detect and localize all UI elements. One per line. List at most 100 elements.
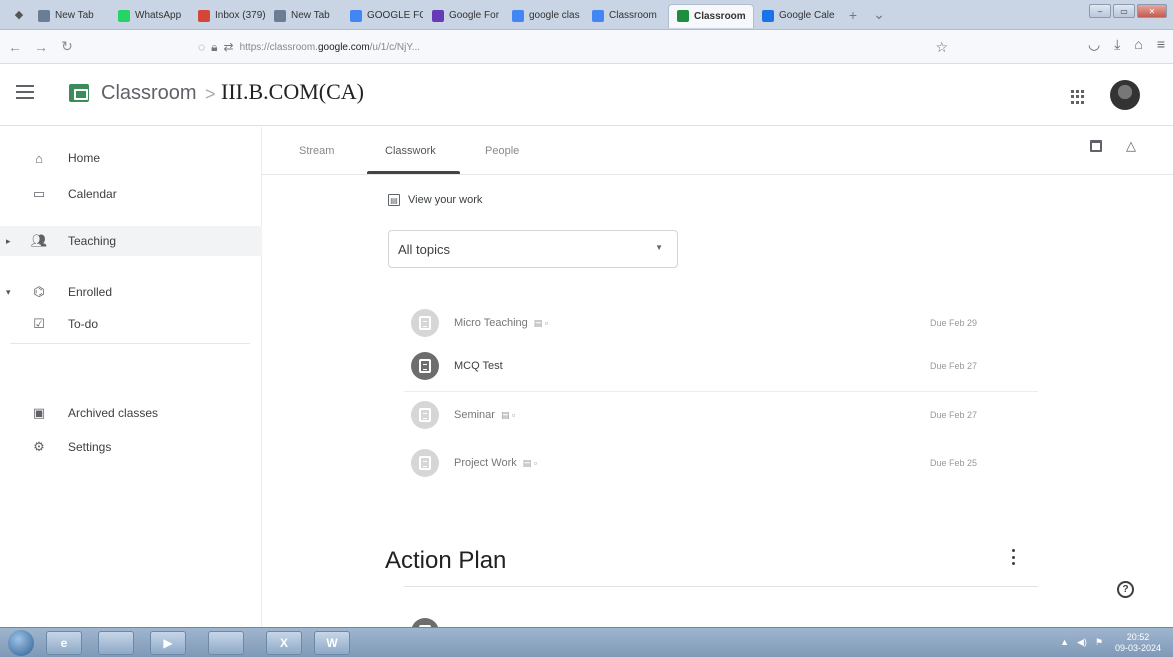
forward-arrow-icon[interactable]: →	[30, 39, 52, 55]
windows-taskbar: e ▶ X W ▲ ◀︎) ⚑ 20:52 09-03-2024	[0, 627, 1173, 657]
browser-tab[interactable]: Google Cale	[754, 4, 836, 28]
sidebar: ⌂ Home ▭ Calendar ▸ 👥︎ Teaching ▾ ⌬ Enro…	[0, 127, 262, 627]
attachment-icon: ▤ ▫	[500, 410, 516, 420]
topics-select[interactable]: All topics ▼	[388, 230, 678, 268]
tab-list-menu-icon[interactable]: ⌄	[870, 6, 888, 23]
sidebar-item-todo[interactable]: ☑ To-do	[0, 309, 262, 339]
window-close-button[interactable]: ✕	[1137, 4, 1167, 18]
browser-tab[interactable]: Inbox (379)	[190, 4, 266, 28]
google-icon	[512, 9, 524, 22]
new-tab-button[interactable]: +	[844, 7, 862, 23]
todo-icon: ☑	[33, 316, 45, 331]
sidebar-item-label: Calendar	[68, 187, 117, 201]
main-menu-icon[interactable]	[16, 85, 34, 99]
folder-icon[interactable]	[98, 631, 134, 655]
maximize-button[interactable]: ▭	[1113, 4, 1135, 18]
classroom-icon	[677, 10, 689, 22]
whatsapp-icon	[118, 9, 130, 22]
bookmark-star-icon[interactable]: ☆	[935, 39, 948, 56]
sidebar-item-label: Archived classes	[68, 406, 159, 420]
assignment-icon: ▤	[388, 194, 400, 206]
browser-tab[interactable]: WhatsApp	[110, 4, 190, 28]
app-menu-icon[interactable]: ≡	[1157, 36, 1165, 53]
browser-tab[interactable]: Classroom✕	[668, 3, 754, 28]
browser-menu-icon[interactable]: ◆	[8, 4, 30, 26]
browser-tab-label: Google For	[449, 10, 500, 21]
ie-icon[interactable]: e	[46, 631, 82, 655]
browser-tab[interactable]: Google For	[424, 4, 504, 28]
toolbar-right: ◡ ⤓ ⌂ ≡	[1088, 36, 1165, 53]
minimize-button[interactable]: –	[1089, 4, 1111, 18]
browser-tab[interactable]: GOOGLE FO	[342, 4, 424, 28]
google-apps-icon[interactable]	[1071, 90, 1085, 104]
browser-tab-label: Classroom	[609, 10, 657, 21]
brand-name[interactable]: Classroom	[101, 82, 197, 105]
browser-toolbar: ← → ↻ ◌ 🔒︎ ⇄ https://classroom.google.co…	[0, 30, 1173, 64]
due-date: Due Feb 27	[930, 361, 978, 371]
classroom-logo-icon[interactable]	[69, 84, 89, 102]
tab-list: New Tab WhatsApp Inbox (379) New Tab GOOGLE …	[30, 0, 836, 30]
system-clock[interactable]: 20:52 09-03-2024	[1111, 632, 1165, 654]
browser-tab-strip: ◆ New Tab WhatsApp Inbox (379) New Tab GOOGL…	[0, 0, 1173, 30]
sidebar-item-settings[interactable]: ⚙ Settings	[0, 432, 262, 462]
word-icon[interactable]: W	[314, 631, 350, 655]
classwork-item[interactable]: MCQ Test Due Feb 27	[404, 340, 1038, 392]
view-your-work-link[interactable]: ▤ View your work	[388, 194, 482, 206]
collapse-caret-icon[interactable]: ▾	[6, 287, 11, 298]
classwork-item-title: Project Work ▤ ▫	[454, 457, 537, 469]
avatar[interactable]	[1110, 80, 1140, 110]
extensions-icon[interactable]: ⌂	[1134, 36, 1142, 53]
firefox-icon[interactable]	[208, 631, 244, 655]
firefox-icon	[38, 9, 50, 22]
sidebar-divider	[10, 343, 250, 344]
help-icon[interactable]: ?	[1117, 581, 1134, 598]
browser-tab[interactable]: New Tab	[266, 4, 342, 28]
tab-people[interactable]: People	[485, 145, 519, 157]
more-options-icon[interactable]	[1011, 549, 1015, 565]
google-calendar-icon[interactable]	[1090, 140, 1102, 152]
browser-tab[interactable]: Classroom	[584, 4, 668, 28]
assignment-icon	[411, 449, 439, 477]
topic-divider	[404, 586, 1038, 587]
browser-tab[interactable]: google clas	[504, 4, 584, 28]
classwork-item[interactable]: Project Work ▤ ▫ Due Feb 25	[404, 437, 1038, 489]
tab-stream[interactable]: Stream	[299, 145, 334, 157]
firefox-icon	[274, 9, 286, 22]
classwork-item[interactable]: Seminar ▤ ▫ Due Feb 27	[404, 389, 1038, 441]
drive-folder-icon[interactable]: △	[1126, 139, 1140, 152]
address-bar[interactable]: ◌ 🔒︎ ⇄ https://classroom.google.com/u/1/…	[198, 35, 978, 59]
sidebar-item-enrolled[interactable]: ▾ ⌬ Enrolled	[0, 277, 262, 307]
reload-icon[interactable]: ↻	[56, 38, 78, 55]
classwork-item-title-text: Seminar	[454, 409, 495, 421]
assignment-icon	[411, 352, 439, 380]
url-path: /u/1/c/NjY...	[369, 41, 421, 53]
classwork-item-title: MCQ Test	[454, 360, 503, 372]
course-title[interactable]: III.B.COM(CA)	[221, 79, 364, 105]
sidebar-item-teaching[interactable]: ▸ 👥︎ Teaching	[0, 226, 262, 256]
classwork-item-title: Seminar ▤ ▫	[454, 409, 515, 421]
sidebar-item-home[interactable]: ⌂ Home	[0, 143, 262, 173]
flag-icon[interactable]: ⚑	[1095, 637, 1103, 648]
volume-icon[interactable]: ◀︎)	[1077, 637, 1087, 648]
expand-caret-icon[interactable]: ▸	[6, 236, 11, 247]
network-icon[interactable]: ▲	[1060, 637, 1069, 648]
shield-icon[interactable]: ◌	[198, 40, 205, 54]
sidebar-item-calendar[interactable]: ▭ Calendar	[0, 179, 262, 209]
download-icon[interactable]: ⤓	[1114, 36, 1120, 53]
pocket-icon[interactable]: ◡	[1088, 36, 1100, 53]
sidebar-item-label: To-do	[68, 317, 99, 331]
permissions-icon[interactable]: ⇄	[224, 40, 234, 54]
google-calendar-icon	[762, 9, 774, 22]
start-button[interactable]	[8, 630, 34, 656]
sidebar-item-archived-classes[interactable]: ▣ Archived classes	[0, 398, 262, 428]
browser-tab-label: New Tab	[291, 10, 330, 21]
tab-classwork[interactable]: Classwork	[385, 145, 436, 157]
teaching-icon: 👥︎	[30, 233, 48, 248]
back-arrow-icon[interactable]: ←	[4, 39, 26, 55]
assignment-icon	[411, 309, 439, 337]
course-tools: △	[1090, 139, 1140, 152]
excel-icon[interactable]: X	[266, 631, 302, 655]
media-player-icon[interactable]: ▶	[150, 631, 186, 655]
lock-icon[interactable]: 🔒︎	[211, 40, 217, 55]
browser-tab[interactable]: New Tab	[30, 4, 110, 28]
